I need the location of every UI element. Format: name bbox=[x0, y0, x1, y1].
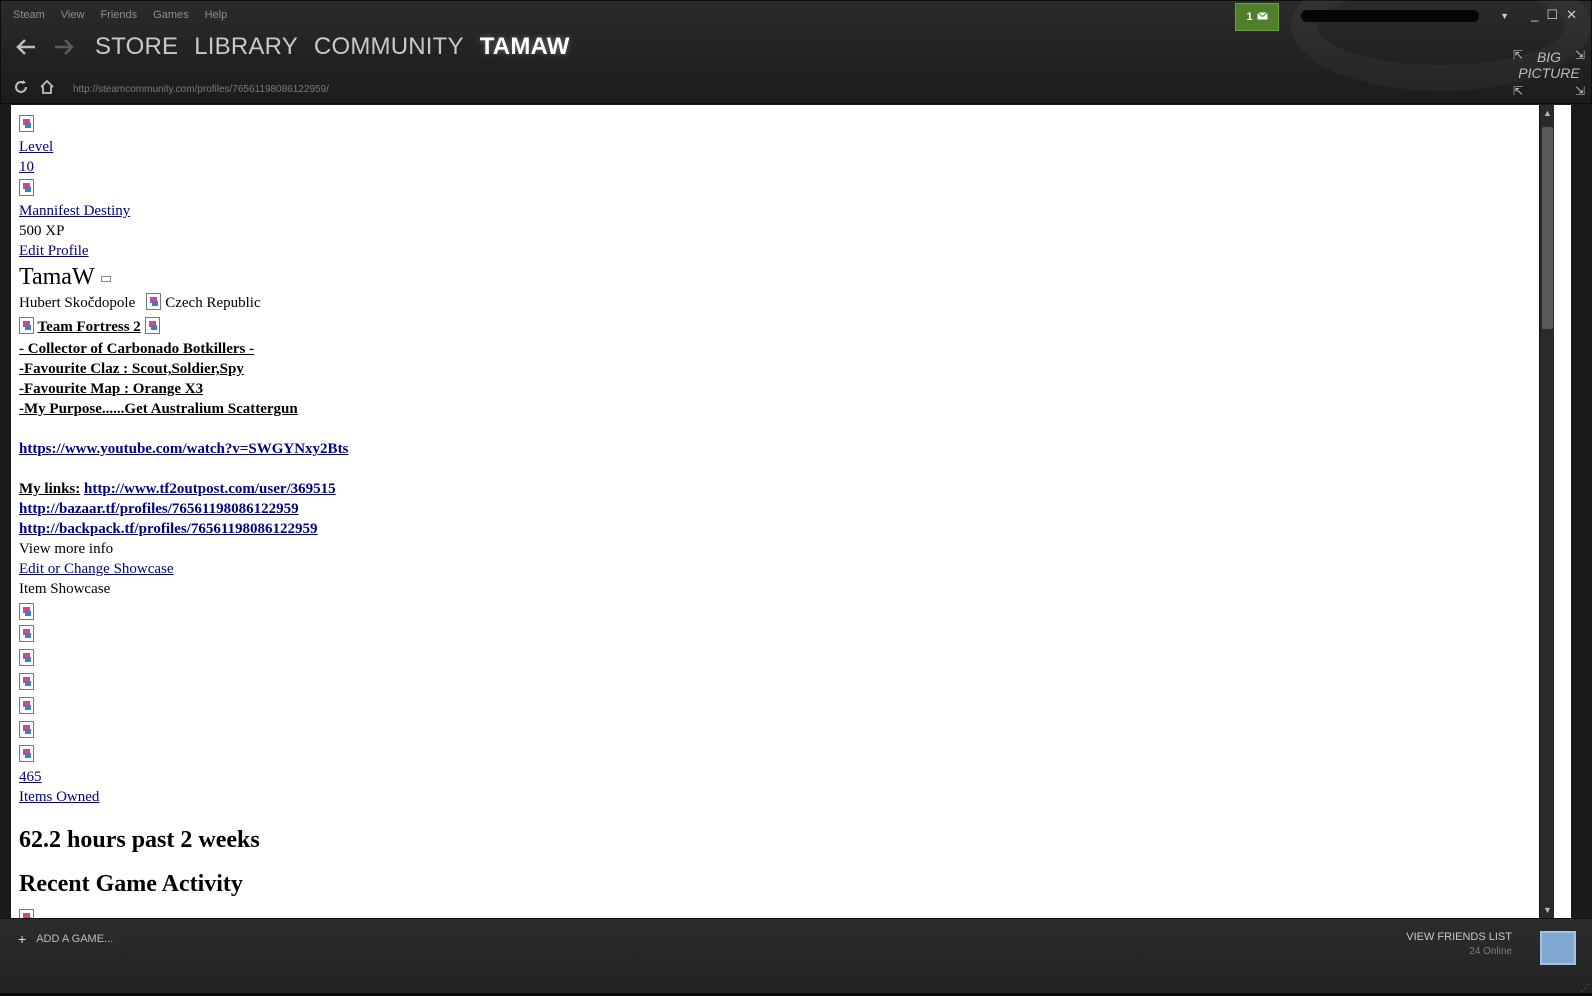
backpack-link[interactable]: http://backpack.tf/profiles/765611980861… bbox=[19, 521, 318, 537]
forward-arrow-icon[interactable] bbox=[51, 34, 77, 60]
scroll-up-icon[interactable]: ▲ bbox=[1540, 105, 1555, 121]
country: Czech Republic bbox=[165, 295, 261, 311]
close-icon[interactable]: ✕ bbox=[1566, 7, 1577, 23]
steam-title-bar: Steam View Friends Games Help 1 ▼ _ ☐ ✕ … bbox=[0, 0, 1592, 104]
nav-community[interactable]: COMMUNITY bbox=[314, 33, 464, 61]
scroll-down-icon[interactable]: ▼ bbox=[1540, 902, 1555, 918]
items-count-link[interactable]: 465 bbox=[19, 769, 42, 785]
big-picture-label-2: PICTURE bbox=[1518, 65, 1580, 81]
summary-line: -My Purpose......Get Australium Scatterg… bbox=[19, 401, 298, 417]
name-history-dropdown[interactable] bbox=[100, 276, 111, 282]
badge-xp: 500 XP bbox=[19, 223, 65, 239]
items-owned-link[interactable]: Items Owned bbox=[19, 789, 99, 805]
view-friends-label: VIEW FRIENDS LIST bbox=[1406, 931, 1512, 943]
expand-arrow-icon: ⇱ bbox=[1513, 84, 1524, 98]
friends-online-count: 24 Online bbox=[1469, 946, 1512, 957]
my-links-label: My links: bbox=[19, 481, 81, 497]
summary-line: -Favourite Claz : Scout,Soldier,Spy bbox=[19, 361, 244, 377]
vertical-scrollbar[interactable]: ▲ ▼ bbox=[1539, 105, 1554, 918]
broken-image-icon bbox=[19, 115, 34, 132]
menu-bar: Steam View Friends Games Help bbox=[13, 9, 227, 21]
broken-image-icon bbox=[19, 317, 34, 334]
edit-showcase-link[interactable]: Edit or Change Showcase bbox=[19, 561, 174, 577]
notification-inbox-button[interactable]: 1 bbox=[1235, 3, 1279, 31]
expand-arrow-icon: ⇱ bbox=[1513, 48, 1524, 62]
address-row: http://steamcommunity.com/profiles/76561… bbox=[13, 79, 329, 100]
persona-name: TamaW bbox=[19, 264, 95, 290]
menu-friends[interactable]: Friends bbox=[100, 9, 137, 21]
back-arrow-icon[interactable] bbox=[13, 34, 39, 60]
big-picture-button[interactable]: ⇱ ⇲ BIG PICTURE ⇱ ⇲ bbox=[1513, 48, 1585, 98]
profile-page: Level 10 Mannifest Destiny 500 XP Edit P… bbox=[11, 105, 1571, 926]
country-flag-icon bbox=[146, 293, 162, 310]
chevron-down-icon: ▼ bbox=[1500, 11, 1509, 21]
level-value-link[interactable]: 10 bbox=[19, 159, 34, 175]
summary-line: - Collector of Carbonado Botkillers - bbox=[19, 341, 255, 357]
nav-store[interactable]: STORE bbox=[95, 33, 178, 61]
expand-arrow-icon: ⇲ bbox=[1574, 48, 1585, 62]
expand-arrow-icon: ⇲ bbox=[1574, 84, 1585, 98]
showcase-item-image[interactable] bbox=[19, 625, 34, 642]
url-display[interactable]: http://steamcommunity.com/profiles/76561… bbox=[73, 84, 329, 95]
view-more-info[interactable]: View more info bbox=[19, 541, 113, 557]
level-label-link[interactable]: Level bbox=[19, 139, 53, 155]
nav-user-profile[interactable]: TAMAW bbox=[480, 33, 570, 61]
bazaar-link[interactable]: http://bazaar.tf/profiles/76561198086122… bbox=[19, 501, 299, 517]
recent-activity-heading: Recent Game Activity bbox=[19, 871, 243, 897]
browser-viewport[interactable]: Level 10 Mannifest Destiny 500 XP Edit P… bbox=[11, 105, 1571, 936]
add-game-button[interactable]: + ADD A GAME... bbox=[18, 931, 113, 947]
broken-image-icon bbox=[144, 317, 160, 334]
real-name: Hubert Skočdopole bbox=[19, 295, 136, 311]
view-friends-list-button[interactable]: VIEW FRIENDS LIST 24 Online bbox=[1406, 931, 1512, 957]
menu-games[interactable]: Games bbox=[153, 9, 188, 21]
main-navigation: STORE LIBRARY COMMUNITY TAMAW bbox=[13, 33, 570, 61]
redacted-account-name bbox=[1301, 10, 1479, 22]
showcase-item-image[interactable] bbox=[19, 745, 34, 762]
add-game-label: ADD A GAME... bbox=[36, 933, 114, 945]
youtube-link[interactable]: https://www.youtube.com/watch?v=SWGYNxy2… bbox=[19, 441, 348, 457]
tf2outpost-link[interactable]: http://www.tf2outpost.com/user/369515 bbox=[84, 481, 336, 497]
menu-help[interactable]: Help bbox=[205, 9, 228, 21]
showcase-item-image[interactable] bbox=[19, 721, 34, 738]
nav-library[interactable]: LIBRARY bbox=[194, 33, 298, 61]
envelope-icon bbox=[1256, 11, 1268, 23]
notification-count: 1 bbox=[1246, 11, 1253, 23]
game-title[interactable]: Team Fortress 2 bbox=[37, 319, 140, 335]
menu-view[interactable]: View bbox=[61, 9, 85, 21]
showcase-item-image[interactable] bbox=[19, 673, 34, 690]
minimize-icon[interactable]: _ bbox=[1531, 7, 1538, 23]
edit-profile-link[interactable]: Edit Profile bbox=[19, 243, 89, 259]
showcase-item-image[interactable] bbox=[19, 649, 34, 666]
user-avatar[interactable] bbox=[1540, 931, 1576, 965]
reload-icon[interactable] bbox=[13, 79, 29, 100]
home-icon[interactable] bbox=[39, 79, 55, 100]
menu-steam[interactable]: Steam bbox=[13, 9, 45, 21]
summary-line: -Favourite Map : Orange X3 bbox=[19, 381, 204, 397]
showcase-item-image[interactable] bbox=[19, 697, 34, 714]
scrollbar-thumb[interactable] bbox=[1542, 127, 1553, 329]
badge-name-link[interactable]: Mannifest Destiny bbox=[19, 203, 130, 219]
broken-image-icon bbox=[19, 179, 34, 196]
account-menu[interactable]: ▼ bbox=[1291, 5, 1511, 27]
plus-icon: + bbox=[18, 931, 27, 947]
maximize-icon[interactable]: ☐ bbox=[1546, 7, 1558, 23]
bottom-bar: + ADD A GAME... VIEW FRIENDS LIST 24 Onl… bbox=[0, 918, 1592, 996]
showcase-title: Item Showcase bbox=[19, 581, 111, 597]
hours-played-heading: 62.2 hours past 2 weeks bbox=[19, 827, 260, 853]
window-controls: _ ☐ ✕ bbox=[1531, 7, 1577, 23]
showcase-item-image[interactable] bbox=[19, 603, 34, 620]
